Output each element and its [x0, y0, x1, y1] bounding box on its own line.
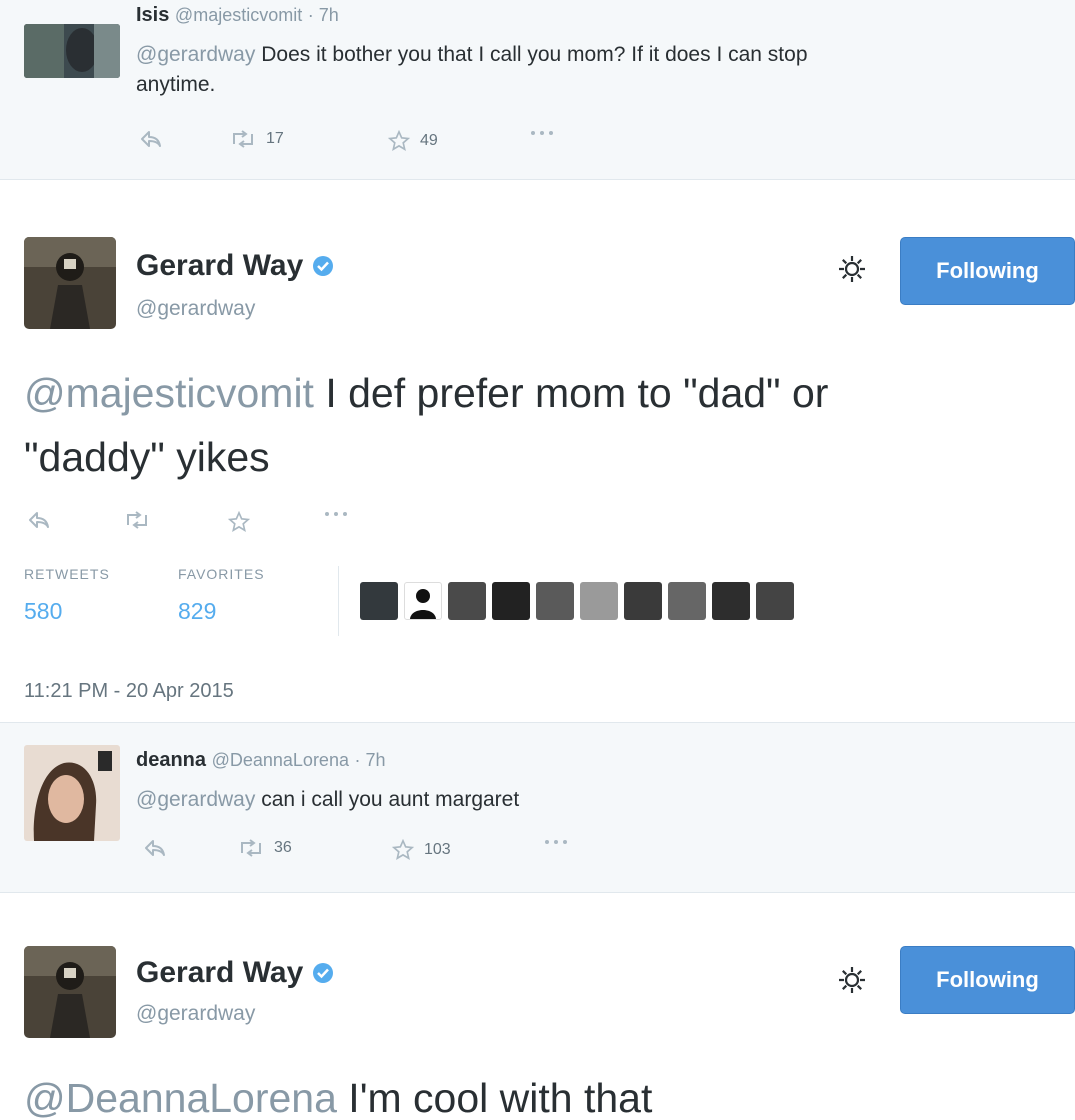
- retweet-button[interactable]: 17: [230, 130, 284, 148]
- author-handle[interactable]: @gerardway: [136, 1002, 255, 1026]
- retweet-icon: [127, 511, 147, 529]
- retweet-button[interactable]: 36: [238, 839, 292, 857]
- gear-icon[interactable]: [836, 964, 868, 996]
- retweet-count: 36: [274, 839, 292, 856]
- favorite-button[interactable]: 49: [388, 130, 438, 152]
- retweet-icon: [233, 130, 253, 148]
- more-icon: [325, 512, 347, 516]
- reply-tweet-isis: Isis @majesticvomit · 7h @gerardway Does…: [0, 0, 1075, 180]
- retweet-icon: [241, 839, 261, 857]
- tweet-actions: [28, 511, 388, 539]
- reply-time[interactable]: · 7h: [355, 750, 386, 770]
- reply-time[interactable]: · 7h: [308, 5, 339, 25]
- favorites-label: FAVORITES: [178, 566, 265, 582]
- reply-author-handle[interactable]: @DeannaLorena: [212, 750, 349, 770]
- star-icon: [228, 511, 250, 532]
- favorite-count: 103: [424, 841, 451, 858]
- favoriter-avatar[interactable]: [448, 582, 486, 620]
- reply-tweet-deanna: deanna @DeannaLorena · 7h @gerardway can…: [0, 723, 1075, 893]
- more-icon: [545, 840, 567, 844]
- mention-link[interactable]: @gerardway: [136, 788, 255, 811]
- avatar-isis[interactable]: [24, 24, 120, 78]
- tweet-body-line1: I def prefer mom to "dad" or: [313, 370, 829, 416]
- reply-actions: 36 103: [140, 839, 640, 867]
- reply-text: @gerardway can i call you aunt margaret: [136, 785, 1036, 815]
- favoriter-avatar[interactable]: [492, 582, 530, 620]
- favorites-stat[interactable]: FAVORITES 829: [178, 566, 265, 625]
- retweets-stat[interactable]: RETWEETS 580: [24, 566, 110, 625]
- verified-badge-icon: [313, 256, 334, 276]
- favorites-count: 829: [178, 598, 217, 624]
- reply-actions: 17 49: [140, 130, 640, 158]
- mention-link[interactable]: @gerardway: [136, 43, 255, 66]
- retweets-count: 580: [24, 598, 63, 624]
- avatar-deanna[interactable]: [24, 745, 120, 841]
- author-handle[interactable]: @gerardway: [136, 297, 255, 321]
- main-tweet-2: Gerard Way @gerardway Following @DeannaL…: [0, 894, 1075, 1120]
- reply-body: can i call you aunt margaret: [261, 788, 520, 811]
- favoriter-avatar[interactable]: [756, 582, 794, 620]
- favoriter-avatar[interactable]: [712, 582, 750, 620]
- reply-icon: [29, 512, 49, 528]
- mention-link[interactable]: @DeannaLorena: [24, 1075, 337, 1120]
- favorited-by-avatars: [360, 582, 794, 620]
- tweet-body: I'm cool with that: [336, 1075, 653, 1120]
- following-button[interactable]: Following: [900, 946, 1075, 1014]
- stats-divider: [338, 566, 339, 636]
- reply-button[interactable]: [144, 839, 166, 857]
- tweet-text: @majesticvomit I def prefer mom to "dad"…: [24, 361, 1069, 489]
- star-icon: [392, 839, 414, 860]
- avatar-gerard-way[interactable]: [24, 237, 116, 329]
- favoriter-avatar[interactable]: [668, 582, 706, 620]
- retweets-label: RETWEETS: [24, 566, 110, 582]
- more-button[interactable]: [324, 511, 348, 517]
- favoriter-avatar[interactable]: [624, 582, 662, 620]
- reply-body-cont: anytime.: [136, 73, 216, 96]
- reply-author-name[interactable]: deanna: [136, 749, 206, 771]
- reply-text: @gerardway Does it bother you that I cal…: [136, 40, 1036, 100]
- favoriter-avatar[interactable]: [536, 582, 574, 620]
- favorite-count: 49: [420, 132, 438, 149]
- verified-badge-icon: [313, 963, 334, 983]
- author-name[interactable]: Gerard Way: [136, 956, 303, 990]
- more-button[interactable]: [530, 130, 554, 136]
- reply-button[interactable]: [140, 130, 162, 148]
- tweet-text: @DeannaLorena I'm cool with that: [24, 1066, 1069, 1120]
- favoriter-avatar[interactable]: [580, 582, 618, 620]
- favoriter-avatar[interactable]: [360, 582, 398, 620]
- favorite-button[interactable]: 103: [392, 839, 451, 861]
- reply-author-name[interactable]: Isis: [136, 4, 169, 26]
- author-name[interactable]: Gerard Way: [136, 249, 303, 283]
- retweet-button[interactable]: [124, 511, 150, 529]
- reply-icon: [145, 840, 165, 856]
- reply-body: Does it bother you that I call you mom? …: [261, 43, 808, 66]
- star-icon: [388, 130, 410, 151]
- tweet-body-line2: "daddy" yikes: [24, 434, 270, 480]
- tweet-stats: RETWEETS 580 FAVORITES 829: [0, 566, 1075, 646]
- favorite-button[interactable]: [228, 511, 250, 533]
- favoriter-avatar[interactable]: [404, 582, 442, 620]
- retweet-count: 17: [266, 130, 284, 147]
- mention-link[interactable]: @majesticvomit: [24, 370, 314, 416]
- tweet-timestamp[interactable]: 11:21 PM - 20 Apr 2015: [24, 680, 234, 703]
- reply-button[interactable]: [28, 511, 50, 529]
- more-icon: [531, 131, 553, 135]
- avatar-gerard-way[interactable]: [24, 946, 116, 1038]
- reply-author-handle[interactable]: @majesticvomit: [175, 5, 302, 25]
- gear-icon[interactable]: [836, 253, 868, 285]
- following-button[interactable]: Following: [900, 237, 1075, 305]
- reply-icon: [141, 131, 161, 147]
- more-button[interactable]: [544, 839, 568, 845]
